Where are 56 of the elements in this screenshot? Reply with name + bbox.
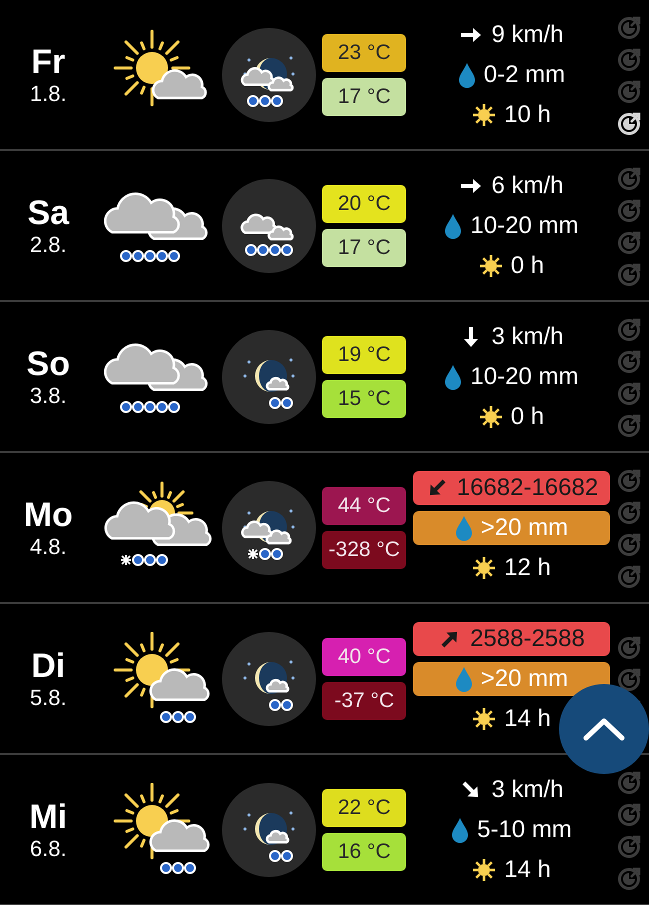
weekday: Di <box>31 646 66 684</box>
min-temperature: -328 °C <box>322 530 406 568</box>
min-temperature: 17 °C <box>322 78 406 116</box>
wind-speed: 9 km/h <box>491 20 564 48</box>
sunshine-hours: 10 h <box>504 100 551 128</box>
precipitation: 10-20 mm <box>470 212 578 240</box>
min-temperature: 16 °C <box>322 832 406 870</box>
date: 2.8. <box>30 232 67 258</box>
min-temperature: -37 °C <box>322 682 406 720</box>
max-temperature: 19 °C <box>322 336 406 374</box>
wind-speed: 6 km/h <box>491 172 564 200</box>
raindrop-icon <box>458 62 476 88</box>
date: 6.8. <box>30 836 67 862</box>
wind-speed: 2588-2588 <box>470 624 585 652</box>
raindrop-icon <box>444 212 462 238</box>
precipitation: >20 mm <box>480 664 568 692</box>
raindrop-icon <box>454 666 473 692</box>
scroll-to-top-button[interactable] <box>559 684 649 774</box>
sun-icon <box>472 556 496 580</box>
wind-speed: 3 km/h <box>491 776 564 804</box>
max-temperature: 20 °C <box>322 184 406 222</box>
date: 3.8. <box>30 382 67 408</box>
chevron-up-icon <box>582 716 626 742</box>
wind-speed: 16682-16682 <box>456 474 598 502</box>
precipitation: 5-10 mm <box>477 816 572 844</box>
max-temperature: 23 °C <box>322 34 406 72</box>
precipitation: 0-2 mm <box>484 60 566 88</box>
date: 4.8. <box>30 534 67 560</box>
max-temperature: 44 °C <box>322 486 406 524</box>
raindrop-icon <box>454 514 473 540</box>
sun-icon <box>478 404 503 428</box>
precipitation: 10-20 mm <box>470 362 578 390</box>
raindrop-icon <box>451 816 470 842</box>
sunshine-hours: 0 h <box>510 402 544 430</box>
weekday: Fr <box>31 42 66 80</box>
sun-icon <box>478 254 503 278</box>
wind-speed: 3 km/h <box>491 322 564 350</box>
min-temperature: 15 °C <box>322 380 406 418</box>
sun-icon <box>472 102 496 126</box>
weekday: Sa <box>27 194 70 232</box>
date: 5.8. <box>30 684 67 710</box>
max-temperature: 22 °C <box>322 788 406 826</box>
sunshine-hours: 12 h <box>504 554 551 582</box>
sunshine-hours: 14 h <box>504 704 551 732</box>
date: 1.8. <box>30 80 67 106</box>
min-temperature: 17 °C <box>322 228 406 266</box>
weekday: Mi <box>29 798 68 836</box>
sun-icon <box>472 706 496 730</box>
weekday: So <box>26 344 70 382</box>
precipitation: >20 mm <box>480 514 568 542</box>
max-temperature: 40 °C <box>322 638 406 676</box>
sunshine-hours: 14 h <box>504 856 551 884</box>
sun-icon <box>472 858 496 882</box>
raindrop-icon <box>444 364 462 390</box>
weekday: Mo <box>24 496 73 534</box>
sunshine-hours: 0 h <box>510 252 544 280</box>
